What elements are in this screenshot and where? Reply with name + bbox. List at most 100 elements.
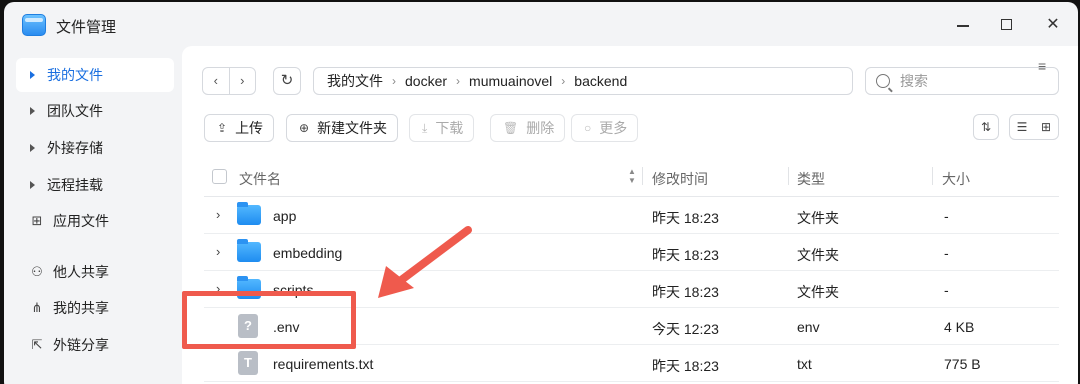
download-icon: ⤓ xyxy=(422,120,428,135)
file-type: 文件夹 xyxy=(797,284,839,300)
sidebar-item-label: 外接存储 xyxy=(47,140,103,156)
delete-label: 删除 xyxy=(526,120,555,136)
share-icon: ⋔ xyxy=(31,300,43,315)
chevron-right-icon: › xyxy=(561,74,566,88)
column-divider xyxy=(932,167,933,185)
sort-arrows-icon[interactable]: ▲ ▼ xyxy=(628,167,636,185)
sidebar-item-shared-with-me[interactable]: ⚇ 他人共享 xyxy=(16,255,174,289)
column-divider xyxy=(642,167,643,185)
minimize-icon xyxy=(957,25,969,27)
column-header-name[interactable]: 文件名 xyxy=(239,169,281,189)
caret-right-icon[interactable] xyxy=(30,181,35,189)
sidebar: 我的文件 团队文件 外接存储 远程挂载 ⊞ 应用文件 ⚇ 他人共享 ⋔ 我的共享… xyxy=(4,46,180,384)
column-header-modified[interactable]: 修改时间 xyxy=(652,169,708,189)
file-manager-window: 文件管理 ✕ 我的文件 团队文件 外接存储 远程挂载 ⊞ 应用文件 ⚇ 他人共享 xyxy=(4,2,1078,384)
file-type: txt xyxy=(797,356,812,372)
maximize-button[interactable] xyxy=(996,14,1018,36)
column-header-type[interactable]: 类型 xyxy=(797,169,825,189)
column-settings-icon[interactable]: ≡ xyxy=(1038,58,1046,74)
breadcrumb-item[interactable]: backend xyxy=(574,73,627,89)
folder-icon xyxy=(237,239,261,262)
file-manager-app-icon xyxy=(22,14,46,36)
external-link-icon: ⇱ xyxy=(31,337,43,352)
sidebar-item-my-shares[interactable]: ⋔ 我的共享 xyxy=(16,291,174,325)
title-bar: 文件管理 ✕ xyxy=(4,2,1078,46)
back-button[interactable]: ‹ xyxy=(203,68,230,94)
list-view-icon[interactable]: ☰ xyxy=(1010,115,1034,139)
new-folder-label: 新建文件夹 xyxy=(317,120,388,136)
sidebar-item-label: 远程挂载 xyxy=(47,177,103,193)
grid-view-icon[interactable]: ⊞ xyxy=(1034,115,1058,139)
history-nav: ‹ › xyxy=(202,67,256,95)
breadcrumb-item[interactable]: mumuainovel xyxy=(469,73,552,89)
sort-icon: ⇅ xyxy=(980,120,992,134)
table-row[interactable]: › app 昨天 18:23 文件夹 - xyxy=(204,197,1059,234)
breadcrumb-item[interactable]: 我的文件 xyxy=(327,71,383,91)
new-folder-icon: ⊕ xyxy=(299,121,310,135)
upload-label: 上传 xyxy=(235,120,264,136)
close-icon: ✕ xyxy=(1046,16,1060,33)
forward-button[interactable]: › xyxy=(230,68,256,94)
table-row[interactable]: › embedding 昨天 18:23 文件夹 - xyxy=(204,234,1059,271)
chevron-right-icon: › xyxy=(392,74,396,88)
select-all-checkbox[interactable] xyxy=(212,169,227,184)
view-toggle: ☰ ⊞ xyxy=(1009,114,1059,140)
sidebar-item-team-files[interactable]: 团队文件 xyxy=(16,94,174,128)
file-type: env xyxy=(797,319,820,335)
chevron-right-icon: › xyxy=(456,74,461,88)
chevron-right-icon[interactable]: › xyxy=(216,244,220,259)
maximize-icon xyxy=(1001,19,1012,30)
more-button[interactable]: ○ 更多 xyxy=(571,114,639,142)
sidebar-item-label: 应用文件 xyxy=(53,213,109,229)
file-modified: 昨天 18:23 xyxy=(652,247,719,263)
breadcrumb-item[interactable]: docker xyxy=(405,73,447,89)
table-header: 文件名 ▲ ▼ 修改时间 类型 大小 xyxy=(204,159,1059,197)
trash-icon: 🗑 xyxy=(503,121,519,135)
new-folder-button[interactable]: ⊕ 新建文件夹 xyxy=(286,114,399,142)
annotation-highlight-box xyxy=(182,291,356,349)
delete-button[interactable]: 🗑 删除 xyxy=(490,114,566,142)
sidebar-item-my-files[interactable]: 我的文件 xyxy=(16,58,174,92)
file-size: - xyxy=(944,208,949,224)
file-name: app xyxy=(273,208,297,224)
users-icon: ⚇ xyxy=(31,264,43,279)
sidebar-item-app-files[interactable]: ⊞ 应用文件 xyxy=(16,204,174,238)
caret-right-icon[interactable] xyxy=(30,71,35,79)
file-type: 文件夹 xyxy=(797,247,839,263)
close-button[interactable]: ✕ xyxy=(1042,14,1064,36)
search-icon xyxy=(876,74,890,88)
minimize-button[interactable] xyxy=(952,14,974,36)
text-file-icon: T xyxy=(238,351,258,375)
file-size: - xyxy=(944,282,949,298)
sidebar-item-link-shares[interactable]: ⇱ 外链分享 xyxy=(16,328,174,362)
file-size: 4 KB xyxy=(944,319,975,335)
more-icon: ○ xyxy=(584,121,592,135)
sidebar-item-external-storage[interactable]: 外接存储 xyxy=(16,131,174,165)
breadcrumb: 我的文件 › docker › mumuainovel › backend xyxy=(313,67,853,95)
sidebar-item-label: 外链分享 xyxy=(53,337,109,353)
download-button[interactable]: ⤓ 下载 xyxy=(409,114,475,142)
sidebar-item-label: 团队文件 xyxy=(47,103,103,119)
file-size: 775 B xyxy=(944,356,981,372)
search-input[interactable]: 搜索 xyxy=(865,67,1059,95)
file-modified: 昨天 18:23 xyxy=(652,210,719,226)
refresh-button[interactable]: ↻ xyxy=(273,67,301,95)
sidebar-item-remote-mount[interactable]: 远程挂载 xyxy=(16,168,174,202)
sidebar-item-label: 他人共享 xyxy=(53,264,109,280)
app-grid-icon: ⊞ xyxy=(31,213,43,228)
sort-button[interactable]: ⇅ xyxy=(973,114,999,140)
folder-icon xyxy=(237,202,261,225)
window-title: 文件管理 xyxy=(56,19,117,36)
refresh-icon: ↻ xyxy=(280,72,294,89)
file-size: - xyxy=(944,245,949,261)
caret-right-icon[interactable] xyxy=(30,144,35,152)
upload-button[interactable]: ⇪ 上传 xyxy=(204,114,275,142)
caret-right-icon[interactable] xyxy=(30,107,35,115)
file-name: embedding xyxy=(273,245,343,261)
file-type: 文件夹 xyxy=(797,210,839,226)
file-modified: 昨天 18:23 xyxy=(652,284,719,300)
column-header-size[interactable]: 大小 xyxy=(942,169,970,189)
table-row[interactable]: T requirements.txt 昨天 18:23 txt 775 B xyxy=(204,345,1059,382)
more-label: 更多 xyxy=(599,120,628,136)
chevron-right-icon[interactable]: › xyxy=(216,207,220,222)
